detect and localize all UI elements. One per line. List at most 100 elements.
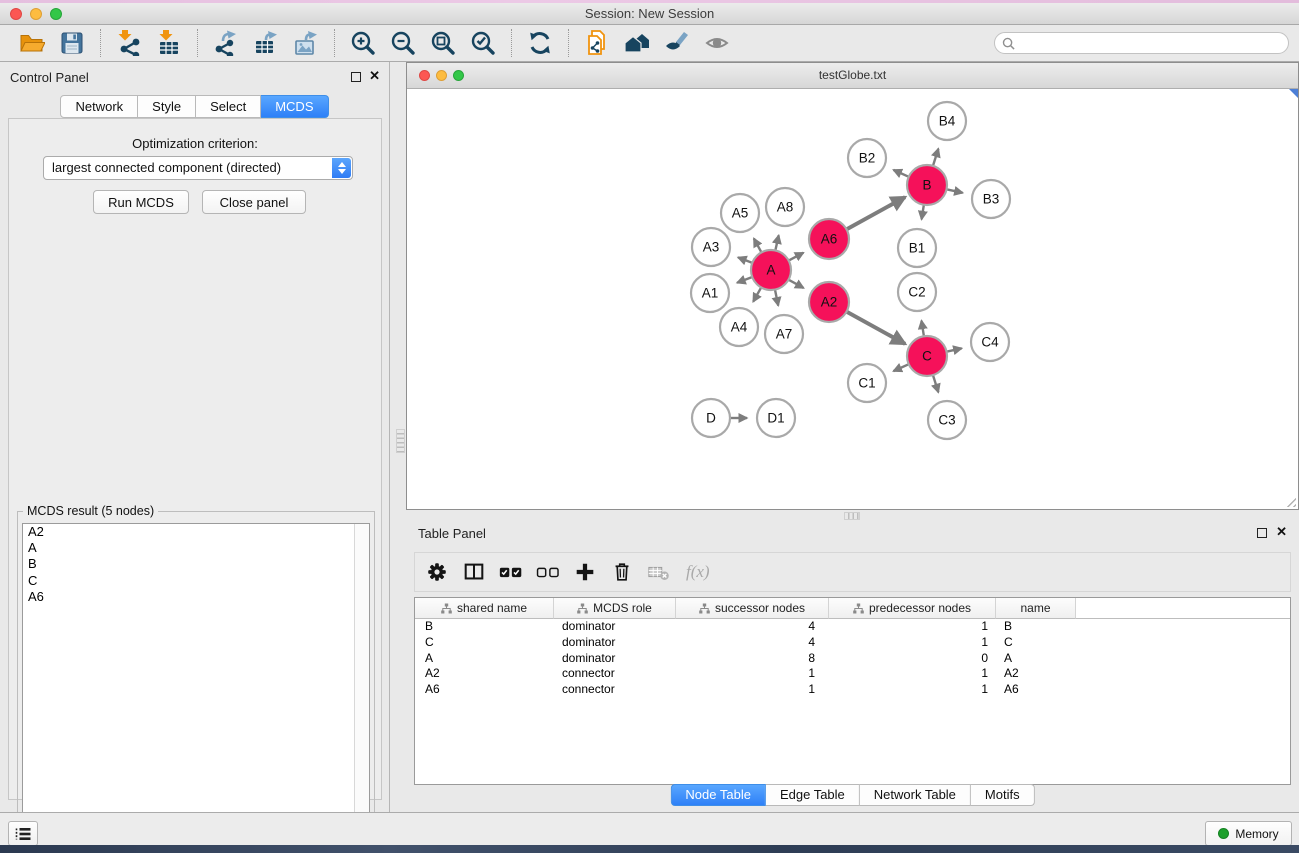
table-cell[interactable]: A6 [415,682,554,698]
table-cell[interactable]: 8 [676,651,829,667]
graph-node-C1[interactable]: C1 [848,364,886,402]
open-icon[interactable] [19,30,45,56]
graph-edge-A-A2[interactable] [789,280,804,288]
graph-node-A5[interactable]: A5 [721,194,759,232]
eye-pen-icon[interactable] [664,30,690,56]
eye-icon[interactable] [704,30,730,56]
table-cell[interactable]: A [996,651,1076,667]
graph-edge-B-B3[interactable] [947,189,963,193]
houses-icon[interactable] [624,30,650,56]
graph-edge-C-C4[interactable] [947,348,962,351]
graph-node-B1[interactable]: B1 [898,229,936,267]
graph-edge-A-A4[interactable] [753,287,761,301]
graph-edge-C-C2[interactable] [921,321,923,337]
mcds-result-item[interactable]: B [23,556,369,572]
table-cell[interactable]: 0 [829,651,996,667]
table-cell[interactable]: A6 [996,682,1076,698]
close-panel-icon[interactable]: ✕ [369,69,380,83]
network-canvas[interactable]: B4B2BB3A5A8A6A3B1AA1C2A2A4A7C4CC1C3DD1 [407,89,1298,509]
zoom-fit-icon[interactable] [430,30,456,56]
table-tab-edge-table[interactable]: Edge Table [766,784,860,806]
table-tab-motifs[interactable]: Motifs [971,784,1035,806]
table-row[interactable]: Bdominator41B [415,619,1290,635]
table-tab-network-table[interactable]: Network Table [860,784,971,806]
mcds-result-item[interactable]: A [23,540,369,556]
run-mcds-button[interactable]: Run MCDS [93,190,189,214]
zoom-in-icon[interactable] [350,30,376,56]
search-input[interactable] [1020,36,1288,50]
graph-edge-A-A1[interactable] [737,277,752,283]
graph-node-D1[interactable]: D1 [757,399,795,437]
float-panel-icon[interactable] [351,72,361,82]
table-cell[interactable]: 1 [829,619,996,635]
graph-edge-B-B4[interactable] [933,149,938,166]
table-cell[interactable]: C [996,635,1076,651]
graph-node-A7[interactable]: A7 [765,315,803,353]
table-cell[interactable]: 1 [676,682,829,698]
graph-node-A1[interactable]: A1 [691,274,729,312]
export-network-icon[interactable] [213,30,239,56]
graph-node-B2[interactable]: B2 [848,139,886,177]
table-cell[interactable]: C [415,635,554,651]
column-header-predecessor-nodes[interactable]: predecessor nodes [829,598,996,619]
mcds-result-item[interactable]: A2 [23,524,369,540]
table-cell[interactable]: B [996,619,1076,635]
graph-node-C3[interactable]: C3 [928,401,966,439]
graph-edge-A2-C[interactable] [847,312,906,344]
float-table-panel-icon[interactable] [1257,528,1267,538]
close-panel-button[interactable]: Close panel [202,190,306,214]
table-cell[interactable]: A2 [415,666,554,682]
column-header-name[interactable]: name [996,598,1076,619]
copy-network-icon[interactable] [584,30,610,56]
import-network-icon[interactable] [116,30,142,56]
table-row[interactable]: A6connector11A6 [415,682,1290,698]
show-columns-icon[interactable] [499,560,523,584]
graph-node-A4[interactable]: A4 [720,308,758,346]
table-row[interactable]: Adominator80A [415,651,1290,667]
gear-icon[interactable] [425,560,449,584]
graph-edge-C-C1[interactable] [893,364,908,371]
table-cell[interactable]: 1 [676,666,829,682]
table-cell[interactable]: 1 [829,682,996,698]
graph-node-B3[interactable]: B3 [972,180,1010,218]
control-tab-select[interactable]: Select [196,95,261,118]
node-table[interactable]: shared nameMCDS rolesuccessor nodesprede… [414,597,1291,785]
memory-button[interactable]: Memory [1205,821,1292,846]
graph-edge-C-C3[interactable] [933,375,938,392]
close-table-panel-icon[interactable]: ✕ [1276,525,1287,539]
mcds-result-item[interactable]: A6 [23,589,369,605]
graph-node-A[interactable]: A [751,250,791,290]
network-graph[interactable]: B4B2BB3A5A8A6A3B1AA1C2A2A4A7C4CC1C3DD1 [407,89,1298,509]
graph-node-C4[interactable]: C4 [971,323,1009,361]
zoom-selected-icon[interactable] [470,30,496,56]
graph-node-B[interactable]: B [907,165,947,205]
table-cell[interactable]: 1 [829,666,996,682]
add-column-icon[interactable] [573,560,597,584]
column-header-MCDS-role[interactable]: MCDS role [554,598,676,619]
result-scrollbar[interactable] [354,524,369,847]
table-cell[interactable]: A2 [996,666,1076,682]
graph-node-D[interactable]: D [692,399,730,437]
graph-edge-A-A7[interactable] [775,290,778,306]
table-cell[interactable]: 4 [676,619,829,635]
refresh-icon[interactable] [527,30,553,56]
export-image-icon[interactable] [293,30,319,56]
graph-node-A8[interactable]: A8 [766,188,804,226]
graph-node-A2[interactable]: A2 [809,282,849,322]
table-cell[interactable]: connector [554,666,676,682]
save-icon[interactable] [59,30,85,56]
table-cell[interactable]: 1 [829,635,996,651]
mcds-result-list[interactable]: A2ABCA6 [22,523,370,848]
table-cell[interactable]: A [415,651,554,667]
mcds-result-item[interactable]: C [23,573,369,589]
control-tab-network[interactable]: Network [60,95,138,118]
column-view-icon[interactable] [462,560,486,584]
import-table-icon[interactable] [156,30,182,56]
graph-edge-A-A5[interactable] [754,238,762,252]
control-tab-mcds[interactable]: MCDS [261,95,328,118]
criterion-dropdown[interactable]: largest connected component (directed) [43,156,353,180]
hide-columns-icon[interactable] [536,560,560,584]
table-row[interactable]: A2connector11A2 [415,666,1290,682]
export-table-icon[interactable] [253,30,279,56]
table-cell[interactable]: dominator [554,635,676,651]
